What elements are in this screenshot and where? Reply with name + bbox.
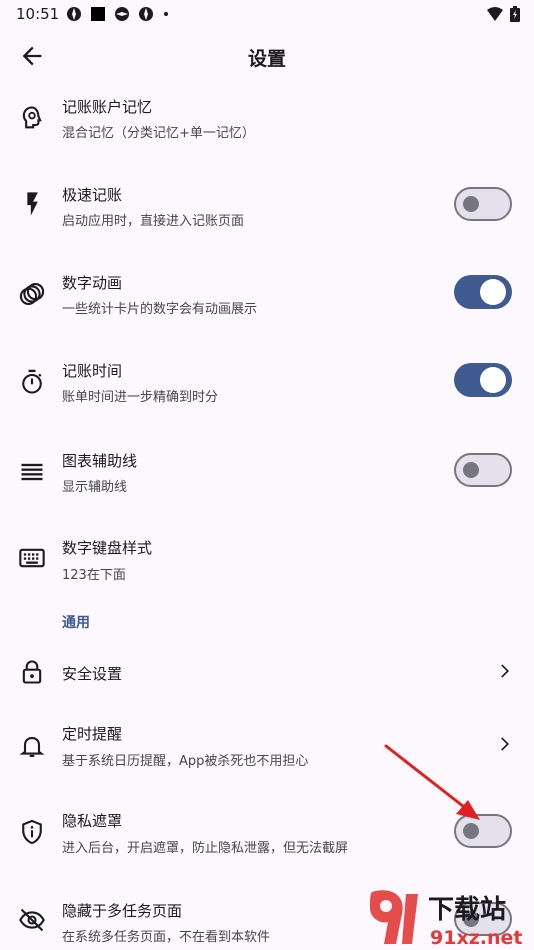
setting-subtitle: 显示辅助线: [62, 480, 128, 495]
app-notification-icon: [115, 7, 129, 21]
more-dot-icon: [164, 12, 168, 16]
setting-subtitle: 进入后台，开启遮罩，防止隐私泄露，但无法截屏: [62, 841, 349, 856]
entry-time-toggle[interactable]: [454, 363, 512, 397]
setting-title: 安全设置: [62, 665, 123, 683]
toggle-knob: [463, 196, 479, 212]
chevron-right-icon: [501, 737, 509, 751]
watermark-brand: 下载站: [428, 895, 506, 925]
setting-chart-guideline: 图表辅助线 显示辅助线: [0, 440, 534, 516]
setting-subtitle: 123在下面: [62, 568, 126, 583]
setting-subtitle: 一些统计卡片的数字会有动画展示: [62, 302, 258, 317]
status-time: 10:51: [16, 5, 60, 23]
eye-off-icon: [19, 908, 45, 932]
notification-icons: [66, 6, 170, 22]
setting-title: 隐藏于多任务页面: [62, 902, 183, 920]
wifi-icon: [487, 7, 503, 21]
timer-icon: [22, 369, 42, 394]
chevron-right-icon: [501, 664, 509, 678]
setting-title: 极速记账: [62, 186, 123, 204]
setting-title: 定时提醒: [62, 725, 123, 743]
page-title: 设置: [247, 48, 286, 70]
lock-icon: [22, 660, 42, 684]
setting-title: 数字动画: [62, 274, 123, 292]
lines-icon: [21, 463, 43, 481]
toggle-knob: [463, 462, 479, 478]
setting-subtitle: 混合记忆（分类记忆+单一记忆）: [62, 126, 255, 141]
setting-title: 记账账户记忆: [62, 98, 153, 116]
battery-icon: [510, 6, 520, 22]
setting-title: 记账时间: [62, 362, 123, 380]
animation-circles-icon: [19, 283, 45, 305]
shield-info-icon: [22, 819, 42, 845]
setting-subtitle: 在系统多任务页面，不在看到本软件: [62, 930, 271, 945]
app-notification-icon: [67, 7, 81, 21]
app-bar: 设置: [0, 30, 534, 80]
setting-title: 隐私遮罩: [62, 812, 123, 830]
status-bar: 10:51: [0, 0, 534, 28]
app-notification-icon: [139, 7, 153, 21]
setting-subtitle: 基于系统日历提醒，App被杀死也不用担心: [62, 754, 309, 769]
bell-icon: [19, 737, 45, 757]
flash-icon: [27, 192, 38, 216]
watermark-site: 91xz.net: [430, 927, 522, 949]
section-general-title: 通用: [62, 615, 90, 631]
black-square-icon: [91, 7, 105, 21]
setting-subtitle: 账单时间进一步精确到时分: [62, 390, 219, 405]
setting-quick-entry: 极速记账 启动应用时，直接进入记账页面: [0, 172, 534, 248]
setting-security[interactable]: 安全设置: [0, 648, 534, 698]
setting-title: 数字键盘样式: [62, 539, 153, 557]
setting-number-animation: 数字动画 一些统计卡片的数字会有动画展示: [0, 262, 534, 338]
watermark-logo: 下载站 91xz.net: [370, 890, 522, 949]
toggle-knob: [480, 279, 506, 305]
setting-entry-time: 记账时间 账单时间进一步精确到时分: [0, 350, 534, 426]
system-icons: [486, 6, 520, 22]
setting-keypad-style[interactable]: 数字键盘样式 123在下面: [0, 528, 534, 604]
annotation-arrow-icon: [384, 744, 480, 820]
number-animation-toggle[interactable]: [454, 275, 512, 309]
setting-account-memory[interactable]: 记账账户记忆 混合记忆（分类记忆+单一记忆）: [0, 86, 534, 162]
quick-entry-toggle[interactable]: [454, 187, 512, 221]
toggle-knob: [480, 367, 506, 393]
setting-title: 图表辅助线: [62, 452, 138, 470]
keyboard-icon: [19, 548, 45, 568]
setting-subtitle: 启动应用时，直接进入记账页面: [62, 214, 245, 229]
brain-head-icon: [22, 106, 42, 129]
chart-guideline-toggle[interactable]: [454, 453, 512, 487]
